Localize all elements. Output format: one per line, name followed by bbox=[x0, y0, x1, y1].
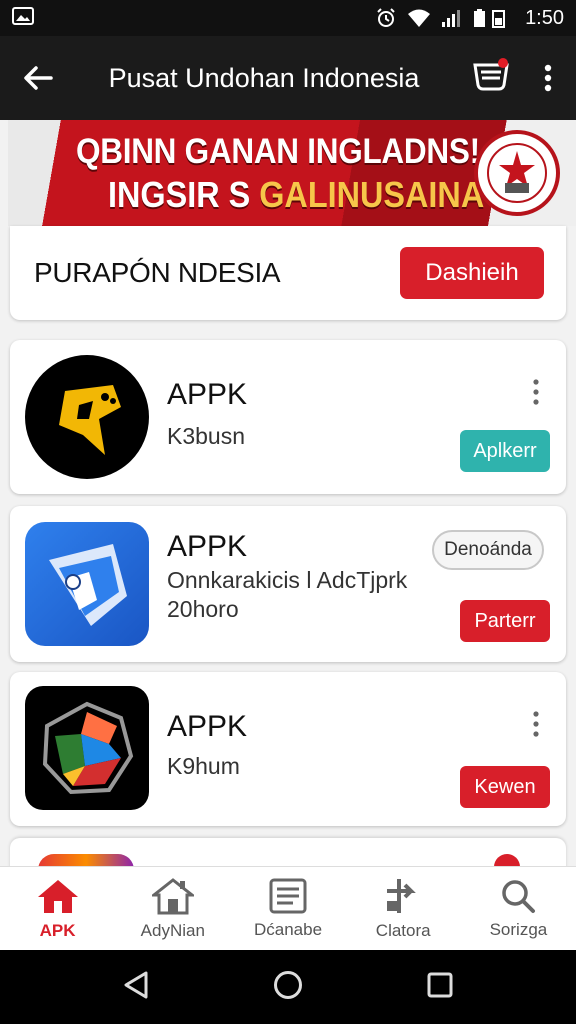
app-action-button[interactable]: Parterr bbox=[460, 600, 550, 642]
app-subtitle-secondary: 20horo bbox=[167, 596, 239, 622]
app-card[interactable]: APPK Onnkarakicis l AdcTjprk 20horo Deno… bbox=[10, 506, 566, 662]
page-title: Pusat Undohan Indonesia bbox=[108, 62, 420, 93]
list-icon bbox=[269, 878, 307, 913]
home-icon bbox=[37, 879, 78, 913]
section-title: PURAPÓN NDESIA bbox=[34, 257, 281, 288]
banner-subheadline-prefix: INGSIR S bbox=[108, 174, 260, 215]
triangle-back-icon bbox=[124, 971, 148, 998]
app-name: APPK bbox=[167, 378, 248, 411]
store-icon bbox=[151, 877, 194, 914]
section-header-card: PURAPÓN NDESIA Dashieih bbox=[10, 226, 566, 320]
nav-item-clatora[interactable]: Clatora bbox=[346, 867, 461, 950]
banner-subheadline: INGSIR S GALINUSAINA bbox=[108, 174, 484, 216]
system-home-button[interactable] bbox=[273, 970, 303, 1005]
back-button[interactable] bbox=[0, 36, 76, 120]
battery-icon bbox=[474, 9, 506, 28]
wifi-icon bbox=[408, 9, 431, 27]
nav-item-adynian[interactable]: AdyNian bbox=[115, 867, 230, 950]
transfer-icon bbox=[387, 878, 417, 913]
app-action-button[interactable]: Aplkerr bbox=[460, 430, 550, 472]
app-more-button[interactable] bbox=[524, 704, 548, 744]
overflow-menu-button[interactable] bbox=[520, 36, 576, 120]
app-subtitle: Onnkarakicis l AdcTjprk bbox=[167, 567, 408, 593]
nav-label: AdyNian bbox=[140, 920, 205, 940]
app-card[interactable]: APPK K9hum Kewen bbox=[10, 672, 566, 826]
promo-banner[interactable]: QBINN GANAN INGLADNS! INGSIR S GALINUSAI… bbox=[8, 120, 576, 226]
notification-dot bbox=[498, 58, 508, 68]
more-vertical-icon bbox=[533, 711, 539, 737]
status-bar: 1:50 bbox=[0, 0, 576, 36]
nav-label: Dćanabe bbox=[253, 919, 323, 939]
cart-button[interactable] bbox=[462, 36, 520, 120]
arrow-left-icon bbox=[24, 66, 53, 90]
search-icon bbox=[502, 879, 536, 913]
square-recents-icon bbox=[427, 972, 453, 997]
app-name: APPK bbox=[167, 530, 248, 563]
app-bar: Pusat Undohan Indonesia bbox=[0, 36, 576, 120]
gallery-notification-icon bbox=[12, 6, 34, 25]
banner-headline: QBINN GANAN INGLADNS! bbox=[76, 132, 480, 171]
banner-highlight-text: GALINUSAINA bbox=[259, 174, 485, 215]
signal-icon bbox=[442, 10, 461, 27]
alarm-icon bbox=[377, 8, 395, 27]
nav-item-apk[interactable]: APK bbox=[0, 867, 115, 950]
nav-item-dcanabe[interactable]: Dćanabe bbox=[230, 867, 345, 950]
app-subtitle: K9hum bbox=[167, 753, 240, 779]
app-card[interactable]: APPK K3busn Aplkerr bbox=[10, 340, 566, 494]
system-navigation-bar bbox=[0, 950, 576, 1024]
app-icon bbox=[25, 522, 149, 646]
more-vertical-icon bbox=[533, 379, 539, 405]
system-back-button[interactable] bbox=[122, 970, 150, 1005]
app-icon bbox=[25, 686, 149, 810]
more-vertical-icon bbox=[544, 64, 552, 92]
app-more-button[interactable] bbox=[524, 372, 548, 412]
nav-label: Clatora bbox=[375, 920, 431, 940]
nav-label: Sorizga bbox=[489, 919, 548, 939]
status-time: 1:50 bbox=[525, 6, 564, 29]
app-icon bbox=[25, 355, 149, 479]
app-subtitle: K3busn bbox=[167, 423, 246, 449]
circle-home-icon bbox=[273, 970, 302, 999]
system-recents-button[interactable] bbox=[426, 971, 454, 1004]
nav-label: APK bbox=[39, 920, 76, 940]
emblem-logo bbox=[474, 130, 560, 216]
app-name: APPK bbox=[167, 710, 248, 743]
app-action-button[interactable]: Kewen bbox=[460, 766, 550, 808]
app-status-badge[interactable]: Denoánda bbox=[432, 530, 544, 570]
nav-item-sorizga[interactable]: Sorizga bbox=[461, 867, 576, 950]
dashboard-button[interactable]: Dashieih bbox=[400, 247, 544, 299]
bottom-navigation: APK AdyNian Dćanabe Clatora Sorizga bbox=[0, 866, 576, 950]
